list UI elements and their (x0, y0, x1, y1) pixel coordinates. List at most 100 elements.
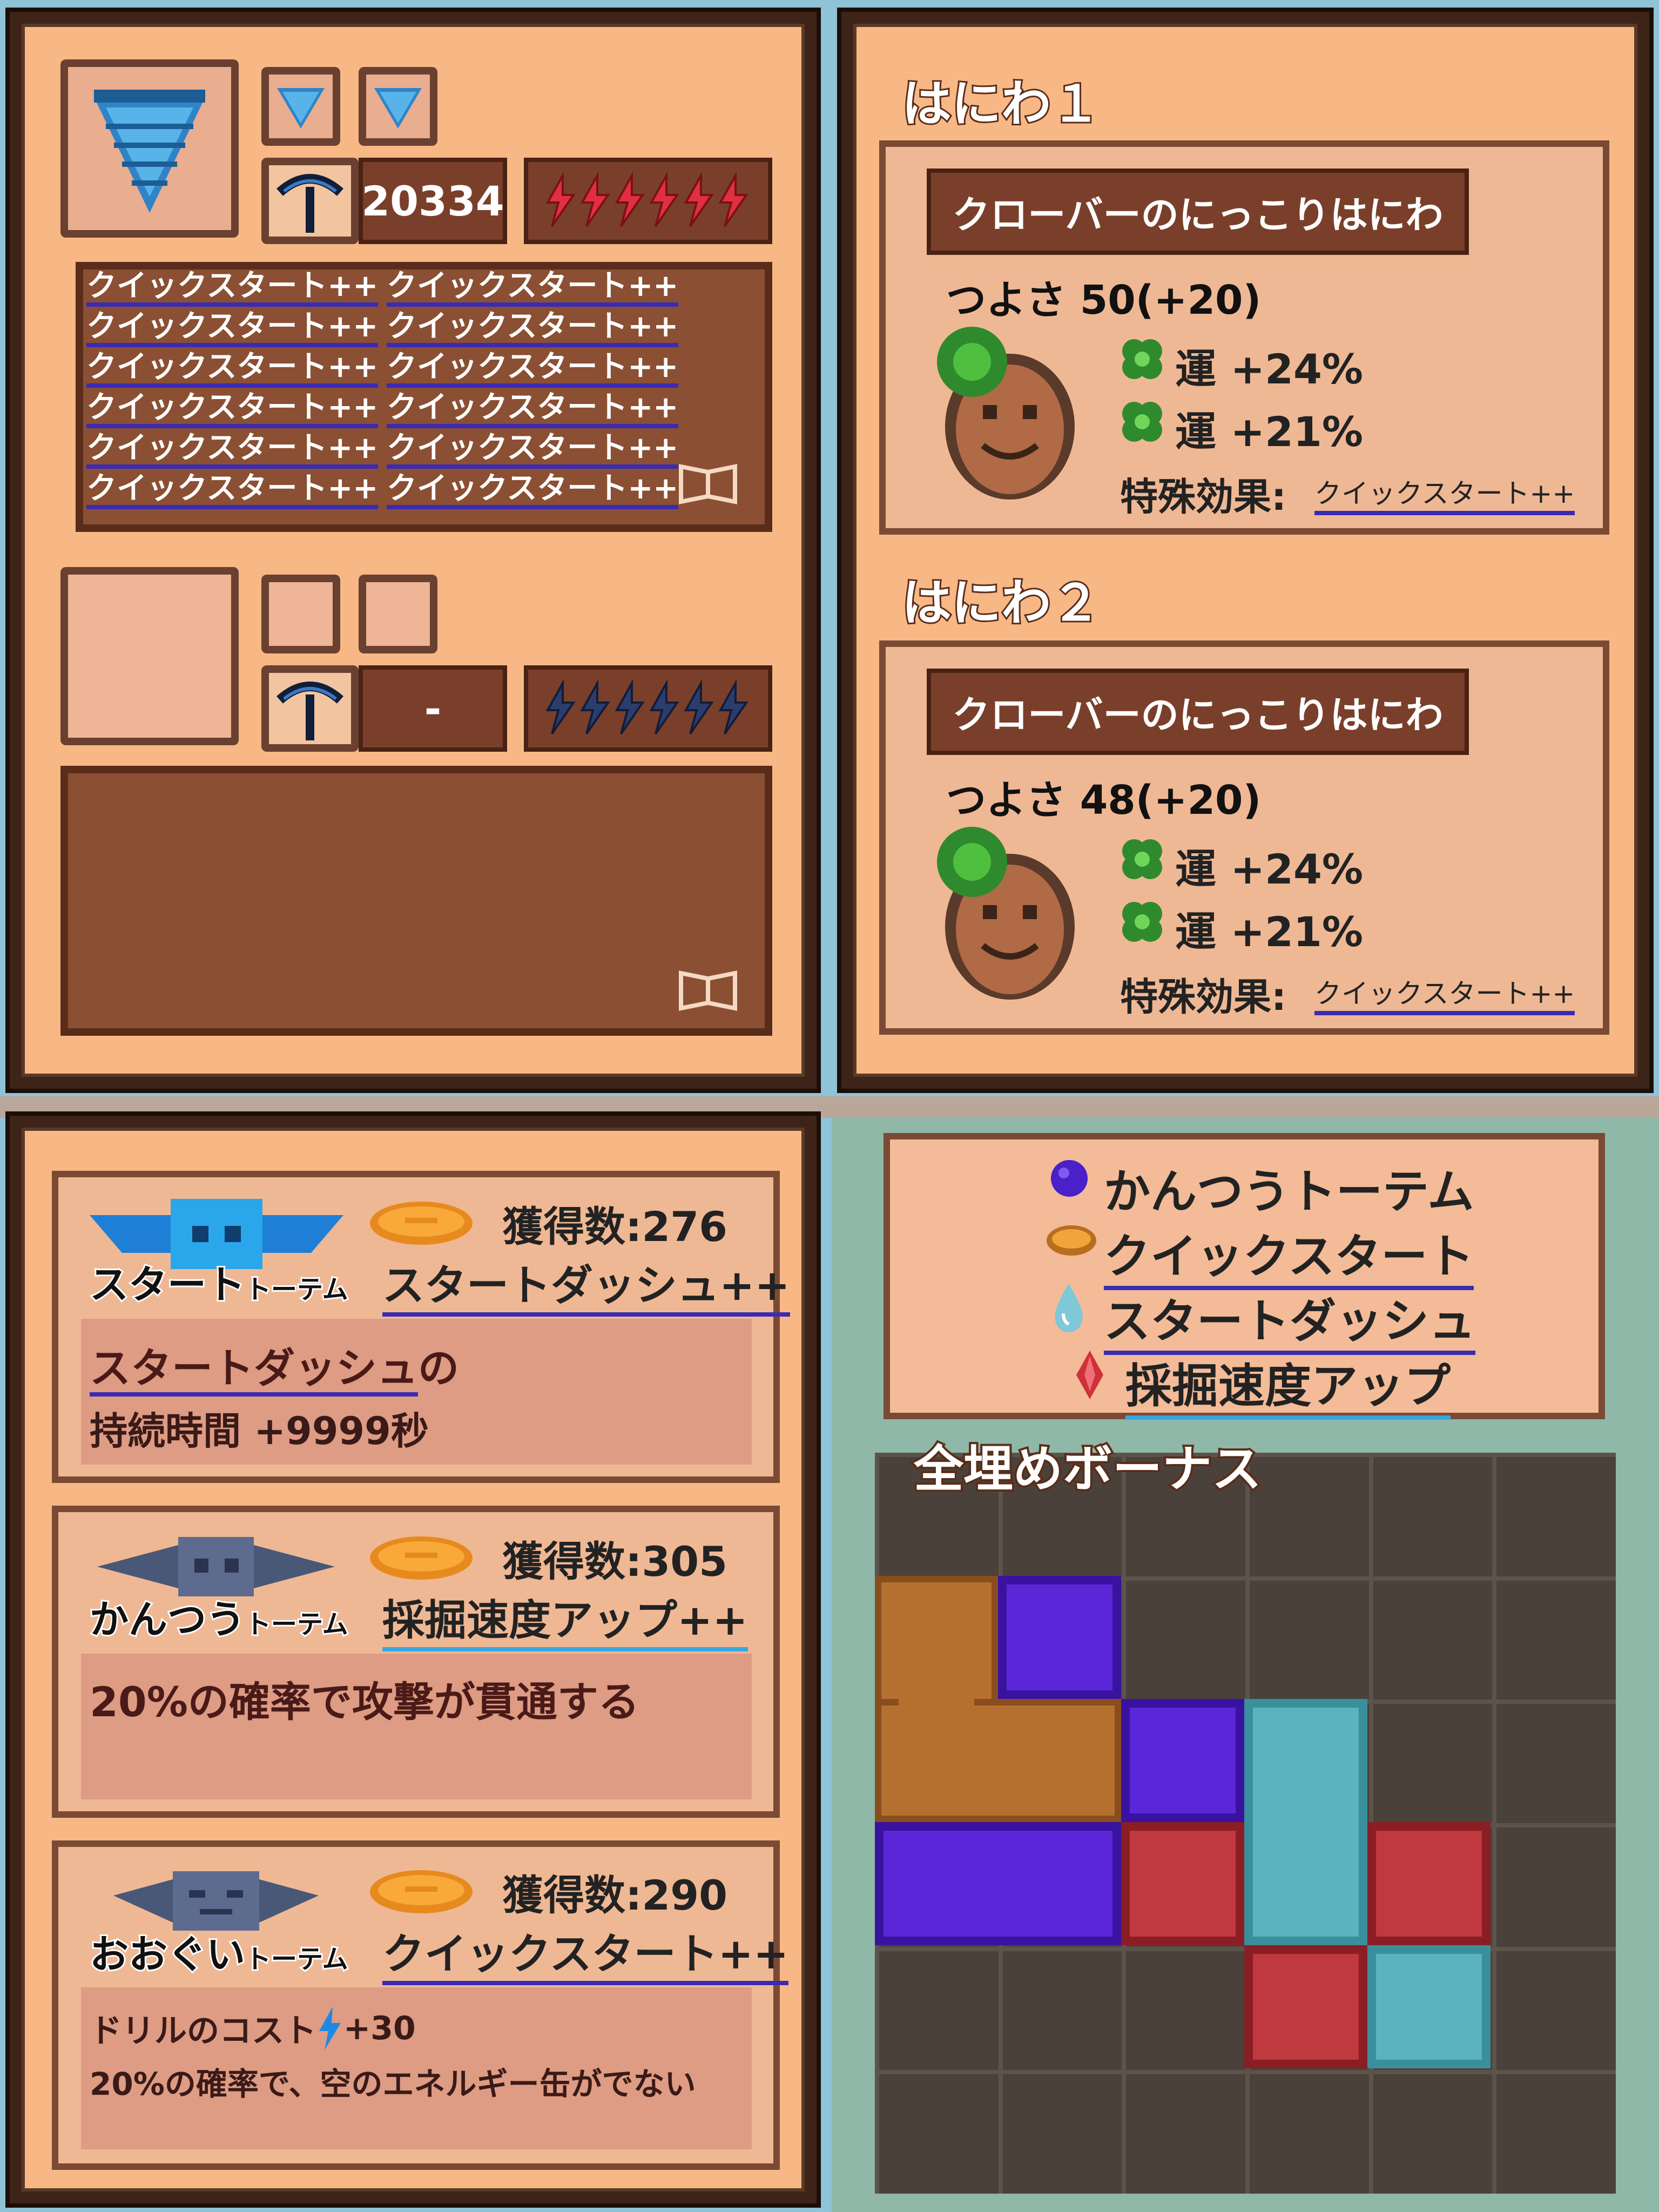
skill-item[interactable]: クイックスタート++ (86, 270, 379, 307)
totem-1-count: 獲得数:276 (502, 1203, 728, 1251)
pickaxe-icon (276, 174, 343, 233)
totem-1-desc-line-1: スタートダッシュの (90, 1335, 459, 1397)
grid-cell (1122, 2070, 1245, 2194)
energy-bolt-icon (684, 171, 714, 227)
piece-purple-horizontal[interactable] (875, 1822, 1121, 1945)
clover-icon (1122, 402, 1162, 442)
legend-item-2[interactable]: クイックスタート (1104, 1218, 1474, 1290)
haniwa-1-special-value[interactable]: クイックスタート++ (1314, 472, 1575, 515)
haniwa-1-stat-1: 運 +24% (1175, 345, 1364, 393)
grid-cell (998, 1946, 1122, 2071)
piece-cyan-single[interactable] (1367, 1945, 1491, 2068)
haniwa-2-name: クローバーのにっこりはにわ (927, 669, 1469, 755)
grid-cell (1245, 1576, 1369, 1700)
totem-1-name: スタートトーテム (88, 1260, 350, 1309)
skill-item[interactable]: クイックスタート++ (86, 351, 379, 388)
dig-count-2: - (359, 665, 507, 752)
skill-item[interactable]: クイックスタート++ (387, 270, 679, 307)
drill-icon (94, 90, 205, 213)
energy-bolt-icon (649, 679, 679, 735)
clover-icon (1122, 339, 1162, 379)
energy-bar-2 (524, 665, 772, 752)
pickaxe-slot-2 (261, 665, 359, 752)
energy-bolt-icon (319, 2006, 341, 2050)
clover-icon (1122, 839, 1162, 879)
legend-item-3[interactable]: スタートダッシュ (1104, 1283, 1475, 1355)
grid-cell (1492, 1700, 1616, 1823)
energy-dark-bolts-icon (545, 679, 748, 735)
book-icon-1[interactable] (678, 461, 738, 504)
main-item-slot-1[interactable] (60, 59, 239, 238)
skill-item[interactable]: クイックスタート++ (387, 392, 679, 428)
sub-item-slot-2b[interactable] (359, 575, 437, 653)
grid-cell (1245, 2070, 1369, 2194)
energy-bolt-icon (718, 679, 748, 735)
skill-item[interactable]: クイックスタート++ (86, 432, 379, 469)
skill-item[interactable]: クイックスタート++ (387, 351, 679, 388)
small-drill-icon (277, 88, 325, 129)
totem-3-desc-line-2: 20%の確率で、空のエネルギー缶がでない (90, 2066, 696, 2102)
skill-item[interactable]: クイックスタート++ (86, 473, 379, 509)
haniwa-2-special-label: 特殊効果: (1120, 975, 1286, 1019)
piece-red-1[interactable] (1121, 1822, 1244, 1945)
grid-cell (998, 2070, 1122, 2194)
energy-bolt-icon (615, 171, 645, 227)
haniwa-2-stat-1: 運 +24% (1175, 845, 1364, 893)
pickaxe-icon (276, 682, 343, 740)
totem-1-desc-line-2: 持続時間 +9999秒 (90, 1409, 429, 1453)
skill-item[interactable]: クイックスタート++ (387, 311, 679, 347)
legend-item-1: かんつうトーテム (1104, 1165, 1474, 1219)
totem-1-skill[interactable]: スタートダッシュ++ (382, 1252, 790, 1317)
haniwa-1-special-label: 特殊効果: (1120, 475, 1286, 519)
grid-cell (1492, 2070, 1616, 2194)
skill-item[interactable]: クイックスタート++ (387, 432, 679, 469)
energy-bar-1 (524, 158, 772, 244)
energy-bolt-icon (545, 171, 576, 227)
bread-icon (370, 1870, 473, 1913)
sub-item-slot-1b[interactable] (359, 67, 437, 146)
red-gem-icon (1076, 1351, 1103, 1399)
bread-icon (1047, 1225, 1096, 1256)
skill-item[interactable]: クイックスタート++ (86, 392, 379, 428)
skill-item[interactable]: クイックスタート++ (387, 473, 679, 509)
energy-red-bolts-icon (545, 171, 748, 227)
piece-purple-2[interactable] (1121, 1699, 1244, 1822)
energy-bolt-icon (684, 679, 714, 735)
bread-icon (370, 1536, 473, 1580)
piece-red-3[interactable] (1244, 1945, 1367, 2068)
sub-item-slot-2a[interactable] (261, 575, 340, 653)
small-drill-icon (374, 88, 422, 129)
main-item-slot-2[interactable] (60, 567, 239, 745)
totem-3-skill[interactable]: クイックスタート++ (382, 1920, 789, 1985)
piece-red-2[interactable] (1367, 1822, 1491, 1945)
energy-bolt-icon (545, 679, 576, 735)
haniwa-1-title: はにわ１ (900, 73, 1102, 134)
energy-bolt-icon (718, 171, 748, 227)
grid-cell (1492, 1823, 1616, 1947)
grid-cell (1368, 1453, 1493, 1576)
piece-cyan-vertical[interactable] (1244, 1699, 1367, 1945)
haniwa-2-special-value[interactable]: クイックスタート++ (1314, 972, 1575, 1015)
purple-orb-icon (1051, 1160, 1088, 1197)
totem-2-skill[interactable]: 採掘速度アップ++ (382, 1587, 748, 1651)
bread-icon (370, 1202, 473, 1245)
totem-3-desc-line-1: ドリルのコスト +30 (90, 2005, 416, 2052)
grid-cell (1492, 1453, 1616, 1576)
totem-1-desc-skill-link[interactable]: スタートダッシュ (90, 1344, 418, 1397)
grid-cell (1368, 1576, 1493, 1700)
sub-item-slot-1a[interactable] (261, 67, 340, 146)
skill-item[interactable]: クイックスタート++ (86, 311, 379, 347)
grid-cell (1368, 1700, 1493, 1823)
book-icon-2[interactable] (678, 968, 738, 1011)
grid-cell (1122, 1946, 1245, 2071)
piece-purple-1[interactable] (998, 1576, 1121, 1699)
energy-bolt-icon (615, 679, 645, 735)
totem-2-count: 獲得数:305 (502, 1537, 728, 1586)
haniwa-1-stat-2: 運 +21% (1175, 408, 1364, 456)
water-drop-icon (1055, 1284, 1083, 1332)
legend-item-4[interactable]: 採掘速度アップ (1125, 1348, 1451, 1420)
dig-count-1: 20334 (359, 158, 507, 244)
clover-icon (1122, 902, 1162, 942)
bonus-title: 全埋めボーナス (912, 1438, 1264, 1500)
grid-cell (1245, 1453, 1369, 1576)
